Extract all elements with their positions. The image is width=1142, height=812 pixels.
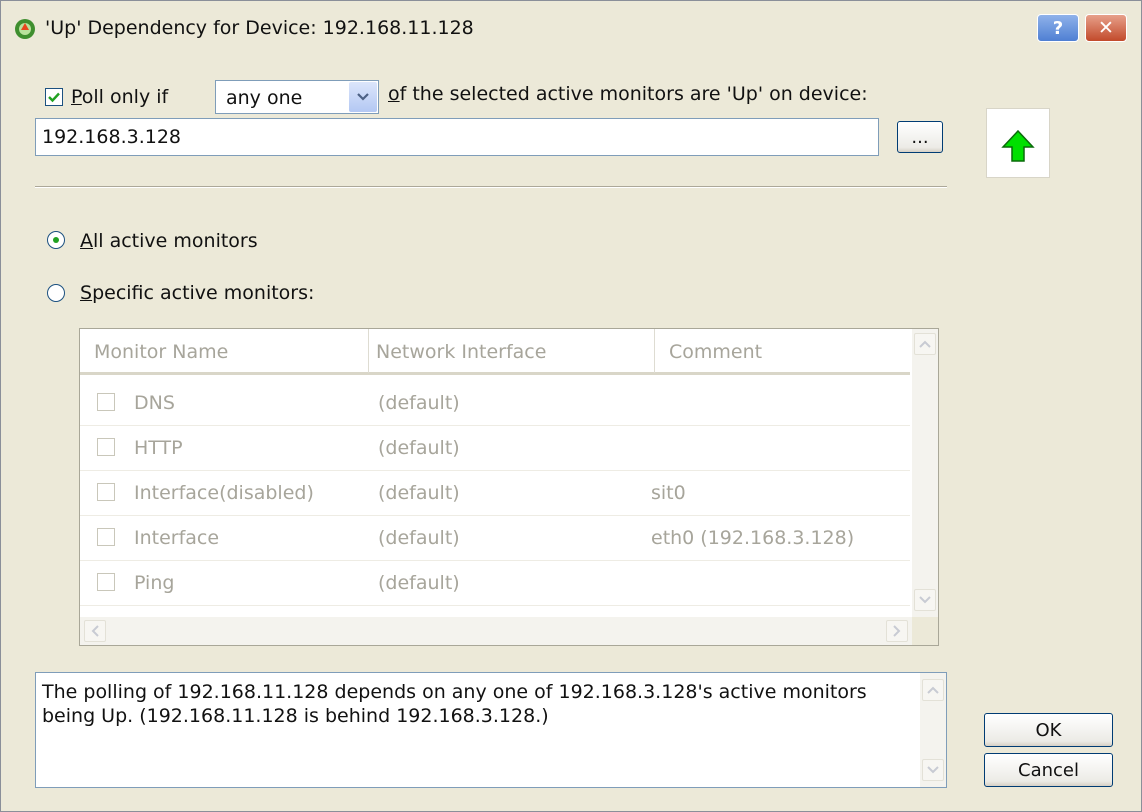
- chevron-left-icon: [91, 625, 99, 637]
- specific-monitors-label[interactable]: Specific active monitors:: [80, 282, 314, 304]
- comment-cell: eth0 (192.168.3.128): [651, 527, 855, 549]
- specific-monitors-radio[interactable]: [47, 284, 65, 302]
- row-checkbox: [97, 483, 115, 501]
- network-interface-cell: (default): [378, 392, 460, 414]
- all-monitors-radio[interactable]: [47, 231, 65, 249]
- column-divider[interactable]: [368, 329, 369, 373]
- device-input[interactable]: [36, 119, 878, 155]
- poll-condition-value: any one: [226, 87, 303, 109]
- browse-button[interactable]: ...: [897, 121, 943, 153]
- description-text: The polling of 192.168.11.128 depends on…: [42, 681, 867, 727]
- app-icon: [14, 18, 36, 40]
- ok-button[interactable]: OK: [984, 713, 1113, 747]
- table-vertical-scrollbar[interactable]: [912, 329, 938, 617]
- chevron-up-icon: [919, 340, 931, 348]
- network-interface-cell: (default): [378, 527, 460, 549]
- cancel-button[interactable]: Cancel: [984, 753, 1113, 787]
- row-checkbox: [97, 438, 115, 456]
- radio-selected-dot: [53, 237, 59, 243]
- scroll-right-button[interactable]: [886, 620, 908, 642]
- row-checkbox: [97, 573, 115, 591]
- chevron-down-icon[interactable]: [349, 82, 377, 112]
- comment-cell: sit0: [651, 482, 686, 504]
- chevron-up-icon: [927, 686, 939, 694]
- row-checkbox: [97, 393, 115, 411]
- title-bar[interactable]: 'Up' Dependency for Device: 192.168.11.1…: [1, 1, 1141, 57]
- table-row: Interface(disabled) (default) sit0: [80, 471, 910, 516]
- help-icon: ?: [1052, 17, 1064, 39]
- table-row: Interface (default) eth0 (192.168.3.128): [80, 516, 910, 561]
- chevron-down-icon: [919, 596, 931, 604]
- network-interface-cell: (default): [378, 482, 460, 504]
- scroll-down-button[interactable]: [922, 759, 944, 781]
- status-indicator: [986, 108, 1050, 178]
- monitor-name-cell: Ping: [134, 572, 175, 594]
- scroll-down-button[interactable]: [914, 589, 936, 611]
- monitor-name-cell: Interface: [134, 527, 220, 549]
- network-interface-cell: (default): [378, 572, 460, 594]
- table-header: Monitor Name Network Interface Comment: [80, 329, 910, 375]
- monitor-name-cell: HTTP: [134, 437, 183, 459]
- description-box[interactable]: The polling of 192.168.11.128 depends on…: [35, 672, 947, 788]
- help-button[interactable]: ?: [1037, 14, 1079, 42]
- table-row: DNS (default): [80, 381, 910, 426]
- poll-suffix-label: of the selected active monitors are 'Up'…: [388, 83, 868, 105]
- description-scrollbar[interactable]: [920, 673, 946, 787]
- scroll-up-button[interactable]: [914, 333, 936, 355]
- table-row: Ping (default): [80, 561, 910, 606]
- monitors-table: Monitor Name Network Interface Comment D…: [79, 328, 939, 646]
- column-divider[interactable]: [654, 329, 655, 373]
- close-icon: ✕: [1098, 17, 1114, 39]
- device-field[interactable]: [35, 118, 879, 156]
- close-button[interactable]: ✕: [1085, 14, 1127, 42]
- monitor-name-cell: Interface(disabled): [134, 482, 314, 504]
- green-up-arrow-icon: [1001, 129, 1035, 162]
- table-row: HTTP (default): [80, 426, 910, 471]
- column-header-comment[interactable]: Comment: [669, 341, 762, 363]
- chevron-right-icon: [893, 625, 901, 637]
- scrollbar-corner: [912, 617, 938, 645]
- scroll-up-button[interactable]: [922, 679, 944, 701]
- chevron-down-icon: [927, 766, 939, 774]
- window-title: 'Up' Dependency for Device: 192.168.11.1…: [45, 17, 474, 39]
- all-monitors-label[interactable]: All active monitors: [80, 230, 258, 252]
- scroll-left-button[interactable]: [84, 620, 106, 642]
- poll-only-if-checkbox[interactable]: [45, 88, 63, 106]
- poll-only-if-label: Poll only if: [71, 86, 169, 108]
- table-horizontal-scrollbar[interactable]: [80, 617, 912, 645]
- monitor-name-cell: DNS: [134, 392, 175, 414]
- poll-condition-select[interactable]: any one: [215, 80, 379, 114]
- network-interface-cell: (default): [378, 437, 460, 459]
- separator: [35, 186, 947, 188]
- column-header-monitor-name[interactable]: Monitor Name: [94, 341, 228, 363]
- checkmark-icon: [48, 92, 60, 103]
- column-header-network-interface[interactable]: Network Interface: [376, 341, 546, 363]
- dependency-dialog: 'Up' Dependency for Device: 192.168.11.1…: [0, 0, 1142, 812]
- row-checkbox: [97, 528, 115, 546]
